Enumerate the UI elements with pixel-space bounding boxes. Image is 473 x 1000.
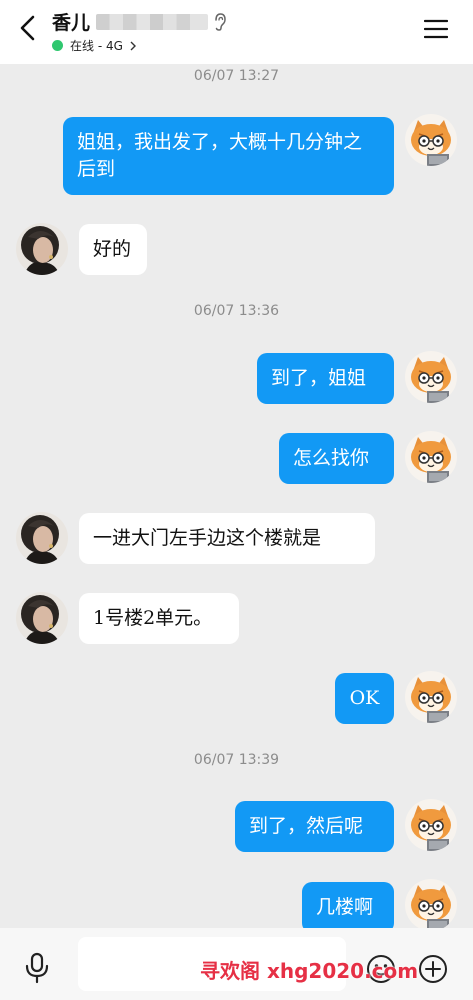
cat-avatar-icon xyxy=(405,799,457,851)
avatar[interactable] xyxy=(405,799,457,851)
watermark: 寻欢阁 xhg2020.com xyxy=(200,959,419,983)
timestamp: 06/07 13:36 xyxy=(193,303,280,319)
avatar[interactable] xyxy=(405,114,457,166)
plus-circle-icon[interactable] xyxy=(418,954,448,984)
message-bubble-incoming[interactable]: 一进大门左手边这个楼就是 xyxy=(79,513,375,564)
blurred-name-mask xyxy=(96,13,209,30)
online-dot-icon xyxy=(52,40,63,51)
chevron-right-icon xyxy=(130,41,136,50)
status-text: 在线 - 4G xyxy=(70,39,123,53)
message-bubble-incoming[interactable]: 好的 xyxy=(79,224,147,275)
woman-avatar-icon xyxy=(16,223,68,275)
cat-avatar-icon xyxy=(405,431,457,483)
avatar[interactable] xyxy=(405,431,457,483)
message-bubble-outgoing[interactable]: 姐姐，我出发了，大概十几分钟之后到 xyxy=(63,117,394,195)
woman-avatar-icon xyxy=(16,512,68,564)
message-bubble-outgoing[interactable]: 几楼啊 xyxy=(302,882,394,933)
avatar[interactable] xyxy=(405,351,457,403)
menu-icon[interactable] xyxy=(424,19,448,39)
cat-avatar-icon xyxy=(405,671,457,723)
message-bubble-incoming[interactable]: 1号楼2单元。 xyxy=(79,593,239,644)
ear-icon xyxy=(215,12,226,31)
avatar[interactable] xyxy=(16,512,68,564)
cat-avatar-icon xyxy=(405,879,457,931)
message-bubble-outgoing[interactable]: 怎么找你 xyxy=(279,433,394,484)
avatar[interactable] xyxy=(405,879,457,931)
cat-avatar-icon xyxy=(405,351,457,403)
back-arrow-icon[interactable] xyxy=(14,14,42,42)
avatar[interactable] xyxy=(16,223,68,275)
timestamp: 06/07 13:27 xyxy=(193,68,280,84)
message-bubble-outgoing[interactable]: 到了，然后呢 xyxy=(235,801,394,852)
woman-avatar-icon xyxy=(16,592,68,644)
avatar[interactable] xyxy=(16,592,68,644)
cat-avatar-icon xyxy=(405,114,457,166)
microphone-icon[interactable] xyxy=(24,952,50,984)
online-status[interactable]: 在线 - 4G xyxy=(52,37,137,54)
message-bubble-outgoing[interactable]: OK xyxy=(335,673,394,724)
chat-header: 香儿 在线 - 4G xyxy=(0,0,473,64)
timestamp: 06/07 13:39 xyxy=(193,752,280,768)
avatar[interactable] xyxy=(405,671,457,723)
message-bubble-outgoing[interactable]: 到了，姐姐 xyxy=(257,353,394,404)
contact-name: 香儿 xyxy=(52,12,91,34)
contact-title[interactable]: 香儿 xyxy=(52,8,226,35)
